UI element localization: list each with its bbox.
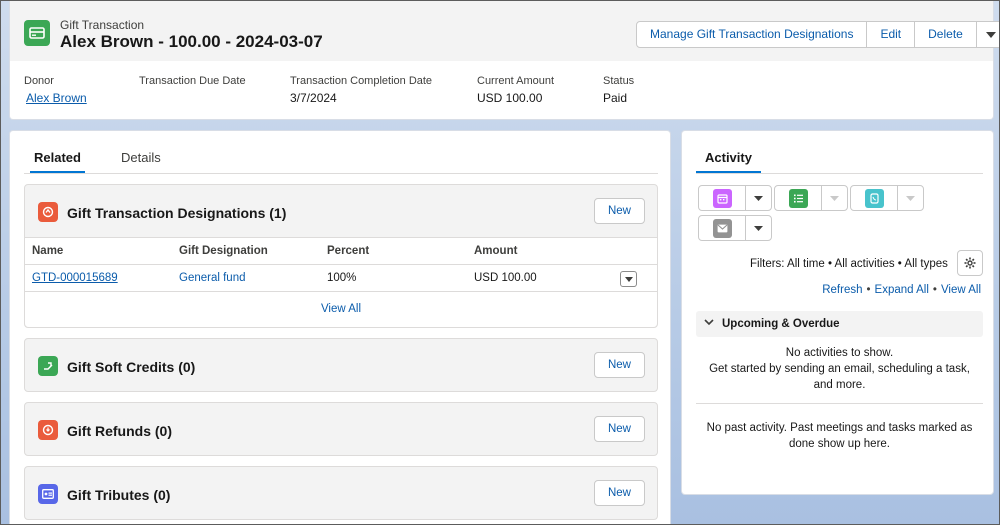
activity-filters-text: Filters: All time • All activities • All… — [750, 258, 948, 270]
record-title: Alex Brown - 100.00 - 2024-03-07 — [60, 32, 323, 51]
designation-name-link[interactable]: GTD-000015689 — [32, 272, 118, 284]
table-header-row: Name Gift Designation Percent Amount — [25, 238, 657, 265]
new-task-publisher — [774, 185, 848, 211]
new-task-button[interactable] — [775, 186, 822, 210]
upcoming-overdue-section[interactable]: Upcoming & Overdue — [696, 311, 983, 337]
soft-credits-related-list: Gift Soft Credits (0) New — [24, 338, 658, 392]
upcoming-overdue-title: Upcoming & Overdue — [722, 318, 840, 330]
new-event-publisher — [698, 185, 772, 211]
tab-activity[interactable]: Activity — [696, 150, 761, 173]
new-event-menu[interactable] — [746, 186, 771, 210]
chevron-down-icon — [830, 195, 839, 201]
chevron-down-icon — [754, 195, 763, 201]
designations-table: Name Gift Designation Percent Amount GTD… — [25, 237, 657, 327]
more-actions-button[interactable] — [977, 22, 999, 47]
row-actions-button[interactable] — [620, 271, 637, 287]
app-frame: Gift Transaction Alex Brown - 100.00 - 2… — [0, 0, 1000, 525]
edit-button[interactable]: Edit — [867, 22, 916, 47]
activity-panel: Activity Filters: All time • All activit… — [681, 130, 994, 495]
tributes-title[interactable]: Gift Tributes (0) — [67, 487, 170, 503]
log-call-button[interactable] — [851, 186, 898, 210]
refund-icon — [38, 420, 58, 440]
chevron-down-icon — [754, 225, 763, 231]
field-completion-date: Transaction Completion Date 3/7/2024 — [290, 75, 433, 105]
column-name[interactable]: Name — [32, 245, 63, 257]
view-all-activity-link[interactable]: View All — [941, 284, 981, 296]
tributes-related-list: Gift Tributes (0) New — [24, 466, 658, 520]
field-status: Status Paid — [603, 75, 635, 105]
chevron-down-icon — [985, 31, 996, 38]
divider — [696, 403, 983, 404]
tab-related[interactable]: Related — [30, 150, 85, 173]
email-menu[interactable] — [746, 216, 771, 240]
new-designation-button[interactable]: New — [594, 198, 645, 224]
soft-credit-icon — [38, 356, 58, 376]
chevron-down-icon — [906, 195, 915, 201]
amount-value: USD 100.00 — [474, 272, 537, 284]
activity-tabs: Activity — [696, 146, 983, 174]
gift-designation-link[interactable]: General fund — [179, 272, 246, 284]
record-tabs: Related Details — [24, 146, 658, 174]
column-percent[interactable]: Percent — [327, 245, 369, 257]
view-all-link[interactable]: View All — [25, 292, 657, 327]
header-actions: Manage Gift Transaction Designations Edi… — [636, 21, 999, 48]
gift-transaction-icon — [24, 20, 50, 46]
tribute-icon — [38, 484, 58, 504]
designation-icon — [38, 202, 58, 222]
get-started-text: Get started by sending an email, schedul… — [709, 363, 970, 391]
email-icon — [712, 218, 732, 238]
expand-all-link[interactable]: Expand All — [875, 284, 929, 296]
activity-links: Refresh • Expand All • View All — [822, 284, 981, 296]
new-refund-button[interactable]: New — [594, 416, 645, 442]
new-tribute-button[interactable]: New — [594, 480, 645, 506]
field-due-date: Transaction Due Date — [139, 75, 246, 87]
donor-link[interactable]: Alex Brown — [26, 91, 87, 105]
chevron-down-icon — [624, 276, 633, 282]
field-donor: Donor Alex Brown — [24, 75, 87, 105]
no-past-activity-text: No past activity. Past meetings and task… — [706, 422, 973, 450]
percent-value: 100% — [327, 272, 357, 284]
chevron-down-icon — [704, 319, 714, 326]
log-call-menu[interactable] — [898, 186, 923, 210]
tab-details[interactable]: Details — [117, 150, 165, 173]
new-soft-credit-button[interactable]: New — [594, 352, 645, 378]
record-header: Gift Transaction Alex Brown - 100.00 - 2… — [9, 1, 999, 120]
new-task-menu[interactable] — [822, 186, 847, 210]
calendar-icon — [712, 188, 732, 208]
soft-credits-title[interactable]: Gift Soft Credits (0) — [67, 359, 195, 375]
column-amount[interactable]: Amount — [474, 245, 517, 257]
field-current-amount: Current Amount USD 100.00 — [477, 75, 555, 105]
record-type-label: Gift Transaction — [60, 18, 145, 32]
refunds-title[interactable]: Gift Refunds (0) — [67, 423, 172, 439]
manage-designations-button[interactable]: Manage Gift Transaction Designations — [637, 22, 868, 47]
activity-settings-button[interactable] — [957, 250, 983, 276]
task-list-icon — [788, 188, 808, 208]
email-button[interactable] — [699, 216, 746, 240]
email-publisher — [698, 215, 772, 241]
refunds-related-list: Gift Refunds (0) New — [24, 402, 658, 456]
refresh-link[interactable]: Refresh — [822, 284, 862, 296]
designations-related-list: Gift Transaction Designations (1) New Na… — [24, 184, 658, 328]
phone-icon — [864, 188, 884, 208]
designations-title[interactable]: Gift Transaction Designations (1) — [67, 205, 286, 221]
related-panel: Related Details Gift Transaction Designa… — [9, 130, 671, 524]
gear-icon — [964, 257, 976, 269]
delete-button[interactable]: Delete — [915, 22, 977, 47]
no-activities-text: No activities to show. — [785, 347, 894, 359]
column-gift-designation[interactable]: Gift Designation — [179, 245, 268, 257]
new-event-button[interactable] — [699, 186, 746, 210]
table-row: GTD-000015689 General fund 100% USD 100.… — [25, 265, 657, 292]
log-call-publisher — [850, 185, 924, 211]
